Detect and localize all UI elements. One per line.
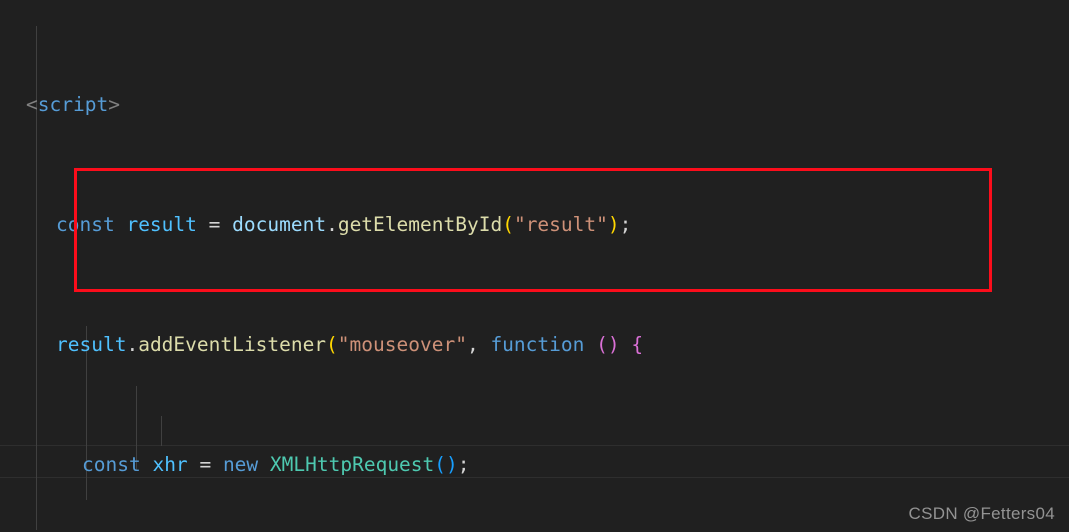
empty-parens: () xyxy=(596,333,620,356)
code-block[interactable]: <script> const result = document.getElem… xyxy=(0,0,1069,532)
watermark: CSDN @Fetters04 xyxy=(908,504,1055,523)
code-line-1[interactable]: <script> xyxy=(0,90,1069,120)
paren-close: ) xyxy=(607,213,620,236)
dot: . xyxy=(326,213,338,236)
empty-parens: () xyxy=(434,453,458,476)
keyword-const: const xyxy=(82,453,141,476)
class-xmlhttprequest: XMLHttpRequest xyxy=(269,453,435,476)
method-getelementbyid: getElementById xyxy=(337,213,503,236)
paren-open: ( xyxy=(502,213,514,236)
code-line-2[interactable]: const result = document.getElementById("… xyxy=(0,210,1069,240)
string-arg: "result" xyxy=(513,213,608,236)
semicolon: ; xyxy=(457,453,470,476)
code-line-3[interactable]: result.addEventListener("mouseover", fun… xyxy=(0,330,1069,360)
identifier-result: result xyxy=(126,213,197,236)
string-event-name: "mouseover" xyxy=(337,333,467,356)
angle-open: < xyxy=(26,93,38,116)
keyword-const: const xyxy=(56,213,115,236)
keyword-function: function xyxy=(490,333,585,356)
brace-open: { xyxy=(631,333,644,356)
object-result: result xyxy=(56,333,127,356)
code-line-4[interactable]: const xhr = new XMLHttpRequest(); xyxy=(0,450,1069,480)
operator-assign: = xyxy=(199,453,212,476)
operator-assign: = xyxy=(208,213,221,236)
identifier-xhr: xhr xyxy=(152,453,188,476)
semicolon: ; xyxy=(619,213,632,236)
comma: , xyxy=(466,333,479,356)
keyword-new: new xyxy=(222,453,259,476)
angle-close: > xyxy=(108,93,120,116)
method-addeventlistener: addEventListener xyxy=(138,333,327,356)
object-document: document xyxy=(232,213,327,236)
code-editor-screenshot: <script> const result = document.getElem… xyxy=(0,0,1069,532)
paren-open: ( xyxy=(326,333,338,356)
tag-name: script xyxy=(37,93,109,116)
dot: . xyxy=(126,333,139,356)
